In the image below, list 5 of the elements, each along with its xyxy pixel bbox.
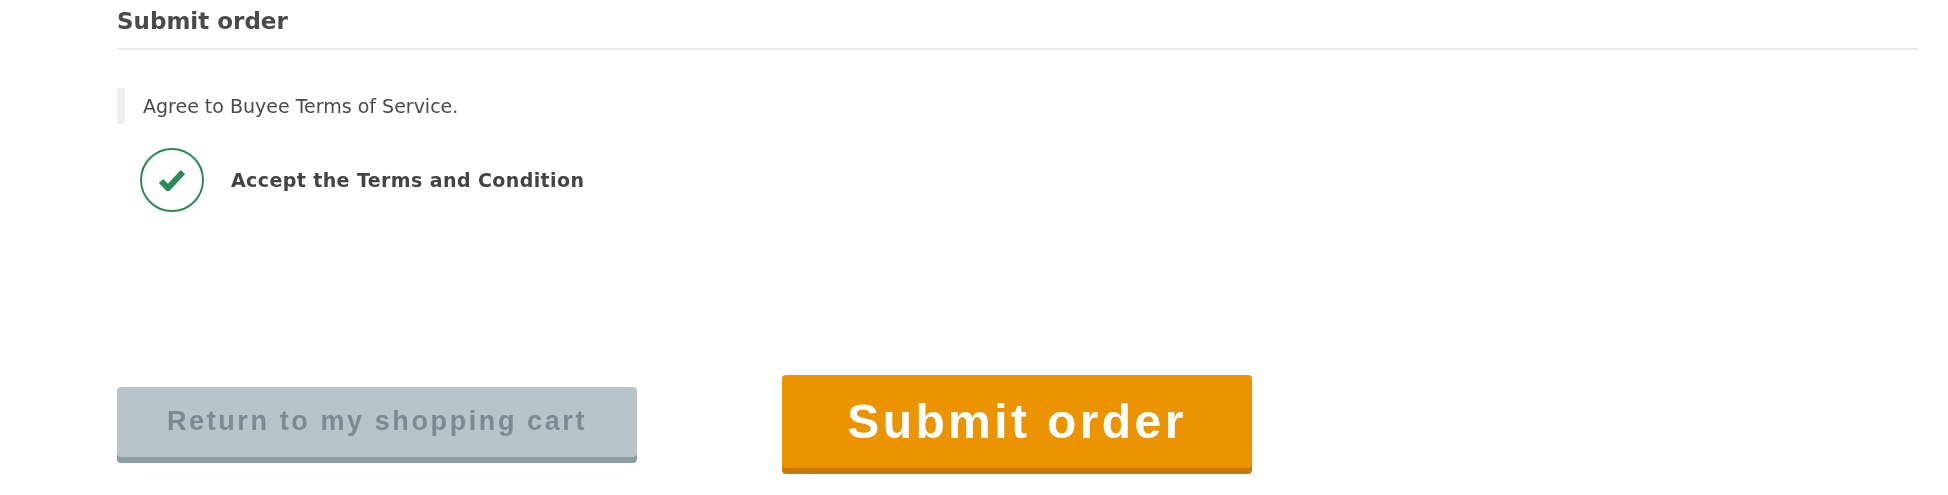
terms-notice: Agree to Buyee Terms of Service. <box>117 88 1918 124</box>
terms-checkbox[interactable] <box>140 148 204 212</box>
checkmark-icon <box>159 169 185 191</box>
checkbox-label: Accept the Terms and Condition <box>231 169 585 191</box>
section-title: Submit order <box>117 6 1918 50</box>
